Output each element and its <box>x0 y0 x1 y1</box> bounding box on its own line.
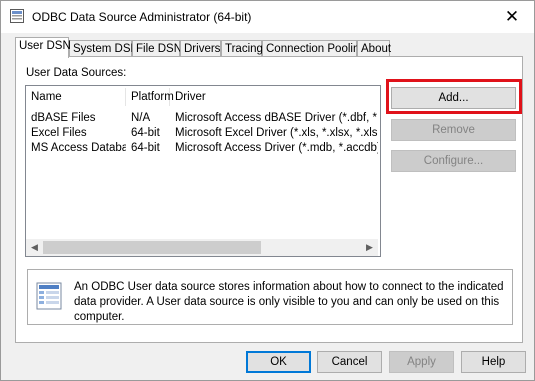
row-platform: 64-bit <box>131 127 160 139</box>
odbc-dialog: ODBC Data Source Administrator (64-bit) … <box>0 0 535 381</box>
info-text: An ODBC User data source stores informat… <box>74 281 504 323</box>
odbc-app-icon <box>10 9 24 23</box>
list-item[interactable]: MS Access Database 64-bit Microsoft Acce… <box>26 141 378 156</box>
help-button[interactable]: Help <box>461 351 526 373</box>
user-data-sources-label: User Data Sources: <box>26 67 127 79</box>
horizontal-scrollbar[interactable]: ◀ ▶ <box>26 239 378 256</box>
configure-button[interactable]: Configure... <box>391 150 516 172</box>
tab-tracing[interactable]: Tracing <box>221 40 263 57</box>
scrollbar-thumb[interactable] <box>43 241 261 254</box>
row-platform: N/A <box>131 112 151 124</box>
row-driver: Microsoft Access dBASE Driver (*.dbf, *.… <box>175 112 378 124</box>
tab-user-dsn[interactable]: User DSN <box>15 37 71 58</box>
column-header-name[interactable]: Name <box>26 88 126 106</box>
column-header-driver[interactable]: Driver <box>170 88 378 106</box>
tab-file-dsn[interactable]: File DSN <box>132 40 182 57</box>
apply-button[interactable]: Apply <box>389 351 454 373</box>
row-name: MS Access Database <box>31 142 126 154</box>
data-sources-list[interactable]: Name Platform Driver dBASE Files N/A Mic… <box>25 85 381 257</box>
data-source-icon <box>36 282 62 310</box>
row-driver: Microsoft Access Driver (*.mdb, *.accdb) <box>175 142 378 154</box>
info-box: An ODBC User data source stores informat… <box>27 269 513 325</box>
highlight-box <box>386 79 522 114</box>
scroll-left-icon[interactable]: ◀ <box>26 239 43 256</box>
list-item[interactable]: Excel Files 64-bit Microsoft Excel Drive… <box>26 126 378 141</box>
tab-connection-pooling[interactable]: Connection Pooling <box>262 40 366 57</box>
scroll-right-icon[interactable]: ▶ <box>361 239 378 256</box>
tab-drivers[interactable]: Drivers <box>180 40 221 57</box>
list-item[interactable]: dBASE Files N/A Microsoft Access dBASE D… <box>26 111 378 126</box>
row-name: dBASE Files <box>31 112 96 124</box>
row-platform: 64-bit <box>131 142 160 154</box>
close-icon[interactable]: ✕ <box>490 1 534 33</box>
title-bar: ODBC Data Source Administrator (64-bit) … <box>1 1 534 33</box>
row-driver: Microsoft Excel Driver (*.xls, *.xlsx, *… <box>175 127 378 139</box>
ok-button[interactable]: OK <box>246 351 311 373</box>
row-name: Excel Files <box>31 127 87 139</box>
column-header-platform[interactable]: Platform <box>126 88 174 106</box>
window-title: ODBC Data Source Administrator (64-bit) <box>32 10 252 24</box>
tab-about[interactable]: About <box>357 40 391 57</box>
cancel-button[interactable]: Cancel <box>317 351 382 373</box>
tab-system-dsn[interactable]: System DSN <box>69 40 139 57</box>
remove-button[interactable]: Remove <box>391 119 516 141</box>
